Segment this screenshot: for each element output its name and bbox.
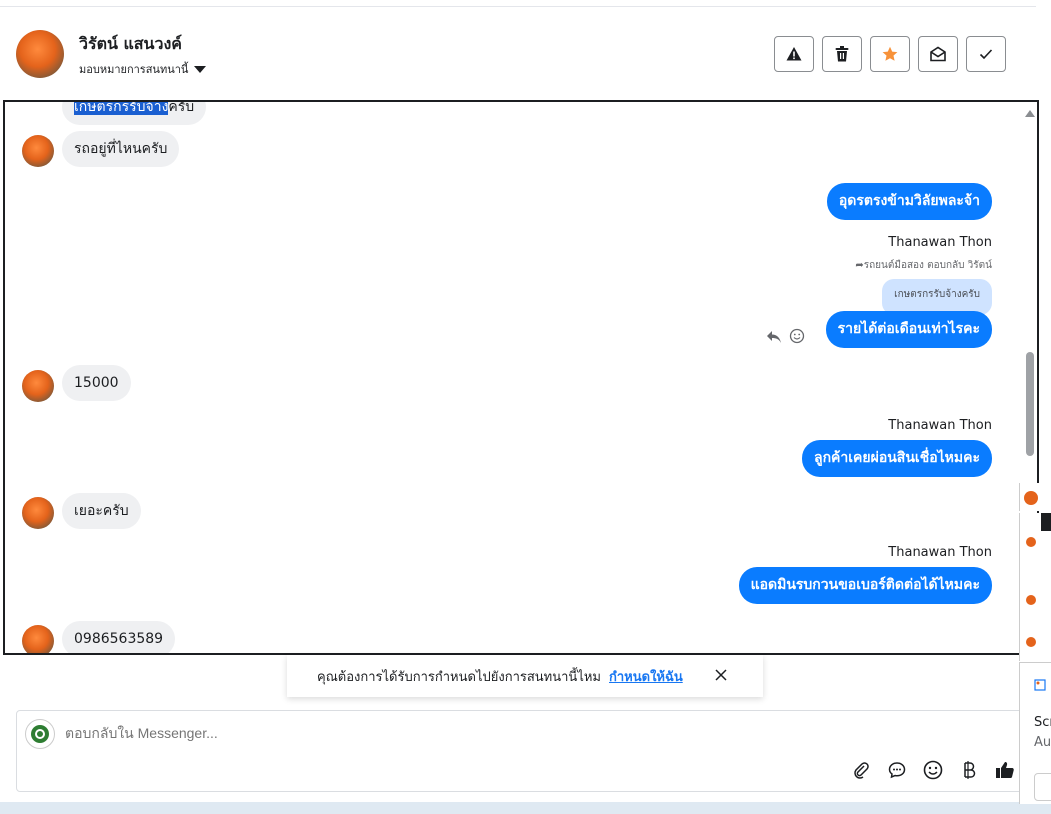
inbox-conversation-view: วิรัตน์ แสนวงค์ มอบหมายการสนทนานี้ เกษตร… bbox=[0, 0, 1051, 814]
assign-prompt-text: คุณต้องการได้รับการกำหนดไปยังการสนทนานี้… bbox=[317, 669, 601, 685]
contact-name[interactable]: วิรัตน์ แสนวงค์ bbox=[79, 32, 182, 57]
saved-replies-button[interactable] bbox=[885, 759, 909, 781]
mini-avatar bbox=[1026, 637, 1036, 647]
like-button[interactable] bbox=[993, 759, 1017, 781]
header-actions bbox=[774, 36, 1006, 72]
assign-dropdown[interactable]: มอบหมายการสนทนานี้ bbox=[79, 60, 207, 78]
star-icon bbox=[882, 46, 898, 61]
side-scroll-edge bbox=[1041, 513, 1051, 531]
reply-arrow-icon: ➦ bbox=[855, 260, 864, 271]
message-incoming[interactable]: 15000 bbox=[62, 365, 131, 401]
contact-avatar[interactable] bbox=[16, 30, 64, 78]
warning-icon bbox=[786, 47, 802, 61]
close-icon[interactable] bbox=[713, 667, 729, 683]
scrollbar-thumb[interactable] bbox=[1026, 352, 1034, 456]
side-conversation-preview[interactable] bbox=[1019, 483, 1051, 511]
payment-button[interactable] bbox=[957, 759, 981, 781]
message-incoming[interactable]: รถอยู่ที่ไหนครับ bbox=[62, 131, 180, 167]
assign-label: มอบหมายการสนทนานี้ bbox=[79, 63, 189, 76]
contact-avatar-small bbox=[22, 135, 54, 167]
emoji-button[interactable] bbox=[921, 759, 945, 781]
message-outgoing[interactable]: อุดรตรงข้ามวิลัยพละจ้า bbox=[826, 183, 992, 220]
thumbs-up-icon bbox=[996, 762, 1014, 778]
sender-name: Thanawan Thon bbox=[888, 545, 992, 560]
popup-line-1: Scr bbox=[1034, 715, 1051, 730]
message-incoming[interactable]: 0986563589 bbox=[62, 621, 176, 653]
composer-tools bbox=[849, 759, 1017, 781]
delete-button[interactable] bbox=[822, 36, 862, 72]
message-outgoing[interactable]: ลูกค้าเคยผ่อนสินเชื่อไหมคะ bbox=[801, 440, 992, 477]
mark-unread-button[interactable] bbox=[918, 36, 958, 72]
report-button[interactable] bbox=[774, 36, 814, 72]
smiley-icon bbox=[923, 760, 943, 780]
sender-name: Thanawan Thon bbox=[888, 235, 992, 250]
envelope-open-icon bbox=[930, 46, 946, 62]
page-avatar bbox=[25, 719, 55, 749]
check-icon bbox=[979, 49, 993, 60]
contact-avatar-small bbox=[22, 625, 54, 653]
attach-button[interactable] bbox=[849, 759, 873, 781]
mini-avatar bbox=[1026, 595, 1036, 605]
conversation-header: วิรัตน์ แสนวงค์ มอบหมายการสนทนานี้ bbox=[0, 8, 1036, 98]
mini-avatar bbox=[1026, 537, 1036, 547]
star-button[interactable] bbox=[870, 36, 910, 72]
quoted-message[interactable]: เกษตรกรรับจ้างครับ bbox=[882, 279, 992, 315]
top-divider bbox=[0, 6, 1036, 7]
message-incoming[interactable]: เกษตรกรรับจ้างครับ bbox=[62, 100, 207, 125]
message-thread[interactable]: เกษตรกรรับจ้างครับ รถอยู่ที่ไหนครับ อุดร… bbox=[3, 100, 1039, 655]
message-text: ครับ bbox=[168, 100, 195, 115]
contact-avatar-small bbox=[22, 497, 54, 529]
bottom-strip bbox=[0, 802, 1051, 814]
react-emoji-icon[interactable] bbox=[789, 328, 805, 344]
assign-prompt-banner: คุณต้องการได้รับการกำหนดไปยังการสนทนานี้… bbox=[287, 655, 763, 697]
chat-bubble-icon bbox=[888, 762, 906, 779]
assign-to-me-link[interactable]: กำหนดให้ฉัน bbox=[609, 666, 683, 687]
chevron-down-icon bbox=[194, 65, 207, 73]
reply-input[interactable] bbox=[65, 725, 765, 741]
contact-avatar-small bbox=[22, 370, 54, 402]
done-button[interactable] bbox=[966, 36, 1006, 72]
side-popup: Scr Aut bbox=[1019, 662, 1051, 804]
mini-avatar bbox=[1024, 491, 1038, 505]
selected-text: เกษตรกรรับจ้าง bbox=[74, 100, 169, 115]
baht-icon bbox=[964, 761, 976, 779]
reply-context: ➦รถยนต์มือสอง ตอบกลับ วิรัตน์ bbox=[855, 260, 992, 271]
popup-line-2: Aut bbox=[1034, 735, 1051, 750]
side-thread-preview[interactable] bbox=[1019, 513, 1051, 661]
paperclip-icon bbox=[854, 762, 869, 779]
popup-button[interactable] bbox=[1034, 773, 1051, 801]
extension-icon bbox=[1034, 679, 1046, 691]
message-outgoing[interactable]: รายได้ต่อเดือนเท่าไรคะ bbox=[825, 311, 992, 348]
message-incoming[interactable]: เยอะครับ bbox=[62, 493, 141, 529]
message-outgoing[interactable]: แอดมินรบกวนขอเบอร์ติดต่อได้ไหมคะ bbox=[738, 567, 992, 604]
reply-icon[interactable] bbox=[766, 330, 782, 344]
scroll-up-arrow[interactable] bbox=[1025, 110, 1035, 117]
page-logo-icon bbox=[31, 725, 49, 743]
sender-name: Thanawan Thon bbox=[888, 418, 992, 433]
message-composer bbox=[16, 710, 1026, 792]
trash-icon bbox=[835, 46, 849, 62]
